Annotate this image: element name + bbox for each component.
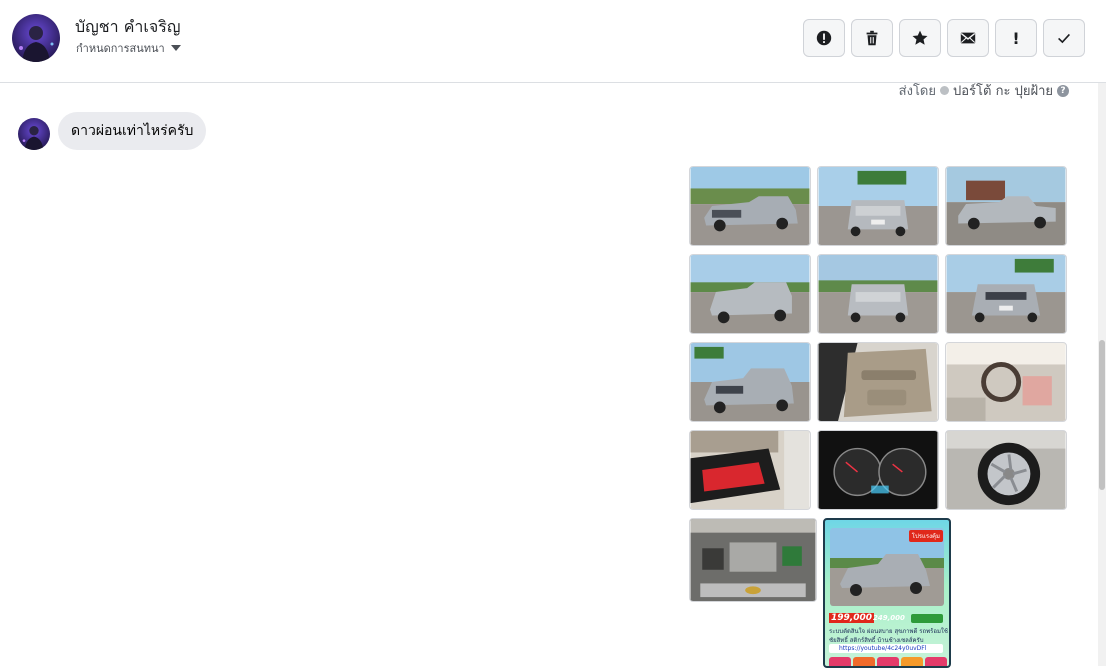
sent-by-prefix: ส่งโดย (898, 84, 936, 99)
poster-price-main: 199,000 (829, 613, 874, 623)
car-photo-dashboard[interactable] (945, 342, 1067, 422)
poster-chip (877, 657, 899, 666)
exclamation-icon: ! (1012, 28, 1020, 48)
car-photo-image (946, 431, 1066, 509)
car-photo-front-left[interactable] (689, 166, 811, 246)
conversation-header: บัญชา คำเจริญ กำหนดการสนทนา ! (0, 0, 1106, 83)
car-photo-side[interactable] (945, 166, 1067, 246)
poster-chips (829, 657, 947, 666)
car-photo-rear-left[interactable] (689, 254, 811, 334)
car-photo-image (690, 431, 810, 509)
poster-link: https://youtube/4c24y0uvDFl (829, 644, 943, 653)
car-photo-door-panel[interactable] (817, 342, 939, 422)
car-photo-image (818, 255, 938, 333)
conversation-toolbar: ! (803, 19, 1085, 57)
poster-chip (901, 657, 923, 666)
poster-chip (829, 657, 851, 666)
contact-name[interactable]: บัญชา คำเจริญ (75, 15, 180, 40)
car-photo-image (818, 431, 938, 509)
envelope-icon (960, 32, 976, 44)
poster-badge (911, 614, 943, 623)
car-photo-image (818, 167, 938, 245)
car-photo-rear-2[interactable] (817, 254, 939, 334)
car-photo-image (946, 343, 1066, 421)
conversation-label-dropdown[interactable]: กำหนดการสนทนา (76, 39, 181, 57)
scrollbar-thumb[interactable] (1099, 340, 1105, 490)
car-photo-front-3q[interactable] (689, 342, 811, 422)
page-dot-icon (940, 86, 949, 95)
conversation-label: กำหนดการสนทนา (76, 42, 165, 55)
car-photo-image (690, 343, 810, 421)
star-icon (912, 30, 928, 45)
car-photo-image (946, 167, 1066, 245)
delete-button[interactable] (851, 19, 893, 57)
trash-icon (866, 30, 878, 46)
car-photo-image (690, 167, 810, 245)
price-poster-image[interactable]: โปรแรงคุ้ม 199,000 249,000 ระบบตัดสินใจ … (823, 518, 951, 668)
car-photo-image (690, 519, 816, 601)
poster-tag: โปรแรงคุ้ม (908, 530, 943, 542)
help-question-icon[interactable]: ? (1057, 84, 1069, 97)
alert-circle-icon (816, 30, 832, 46)
car-photo-front[interactable] (945, 254, 1067, 334)
poster-chip (925, 657, 947, 666)
sent-by-author[interactable]: ปอร์โต้ กะ ปุยฝ้าย (953, 80, 1053, 101)
check-icon (1058, 33, 1070, 44)
car-photo-engine[interactable] (689, 518, 817, 602)
car-photo-image (946, 255, 1066, 333)
star-button[interactable] (899, 19, 941, 57)
sent-by-line: ส่งโดย ปอร์โต้ กะ ปุยฝ้าย ? (899, 80, 1069, 101)
mark-unread-button[interactable] (947, 19, 989, 57)
car-photo-wheel[interactable] (945, 430, 1067, 510)
message-sender-avatar[interactable] (18, 118, 50, 150)
car-photo-seats[interactable] (689, 430, 811, 510)
caret-down-icon (170, 45, 181, 51)
contact-avatar[interactable] (12, 14, 60, 62)
car-photo-image (690, 255, 810, 333)
car-photo-image (818, 343, 938, 421)
message-bubble[interactable]: ดาวผ่อนเท่าไหร่ครับ (58, 112, 207, 150)
done-button[interactable] (1043, 19, 1085, 57)
car-photo-rear[interactable] (817, 166, 939, 246)
flag-button[interactable]: ! (995, 19, 1037, 57)
poster-chip (853, 657, 875, 666)
car-photo-gauges[interactable] (817, 430, 939, 510)
poster-price-sub: 249,000 (873, 614, 905, 622)
report-button[interactable] (803, 19, 845, 57)
